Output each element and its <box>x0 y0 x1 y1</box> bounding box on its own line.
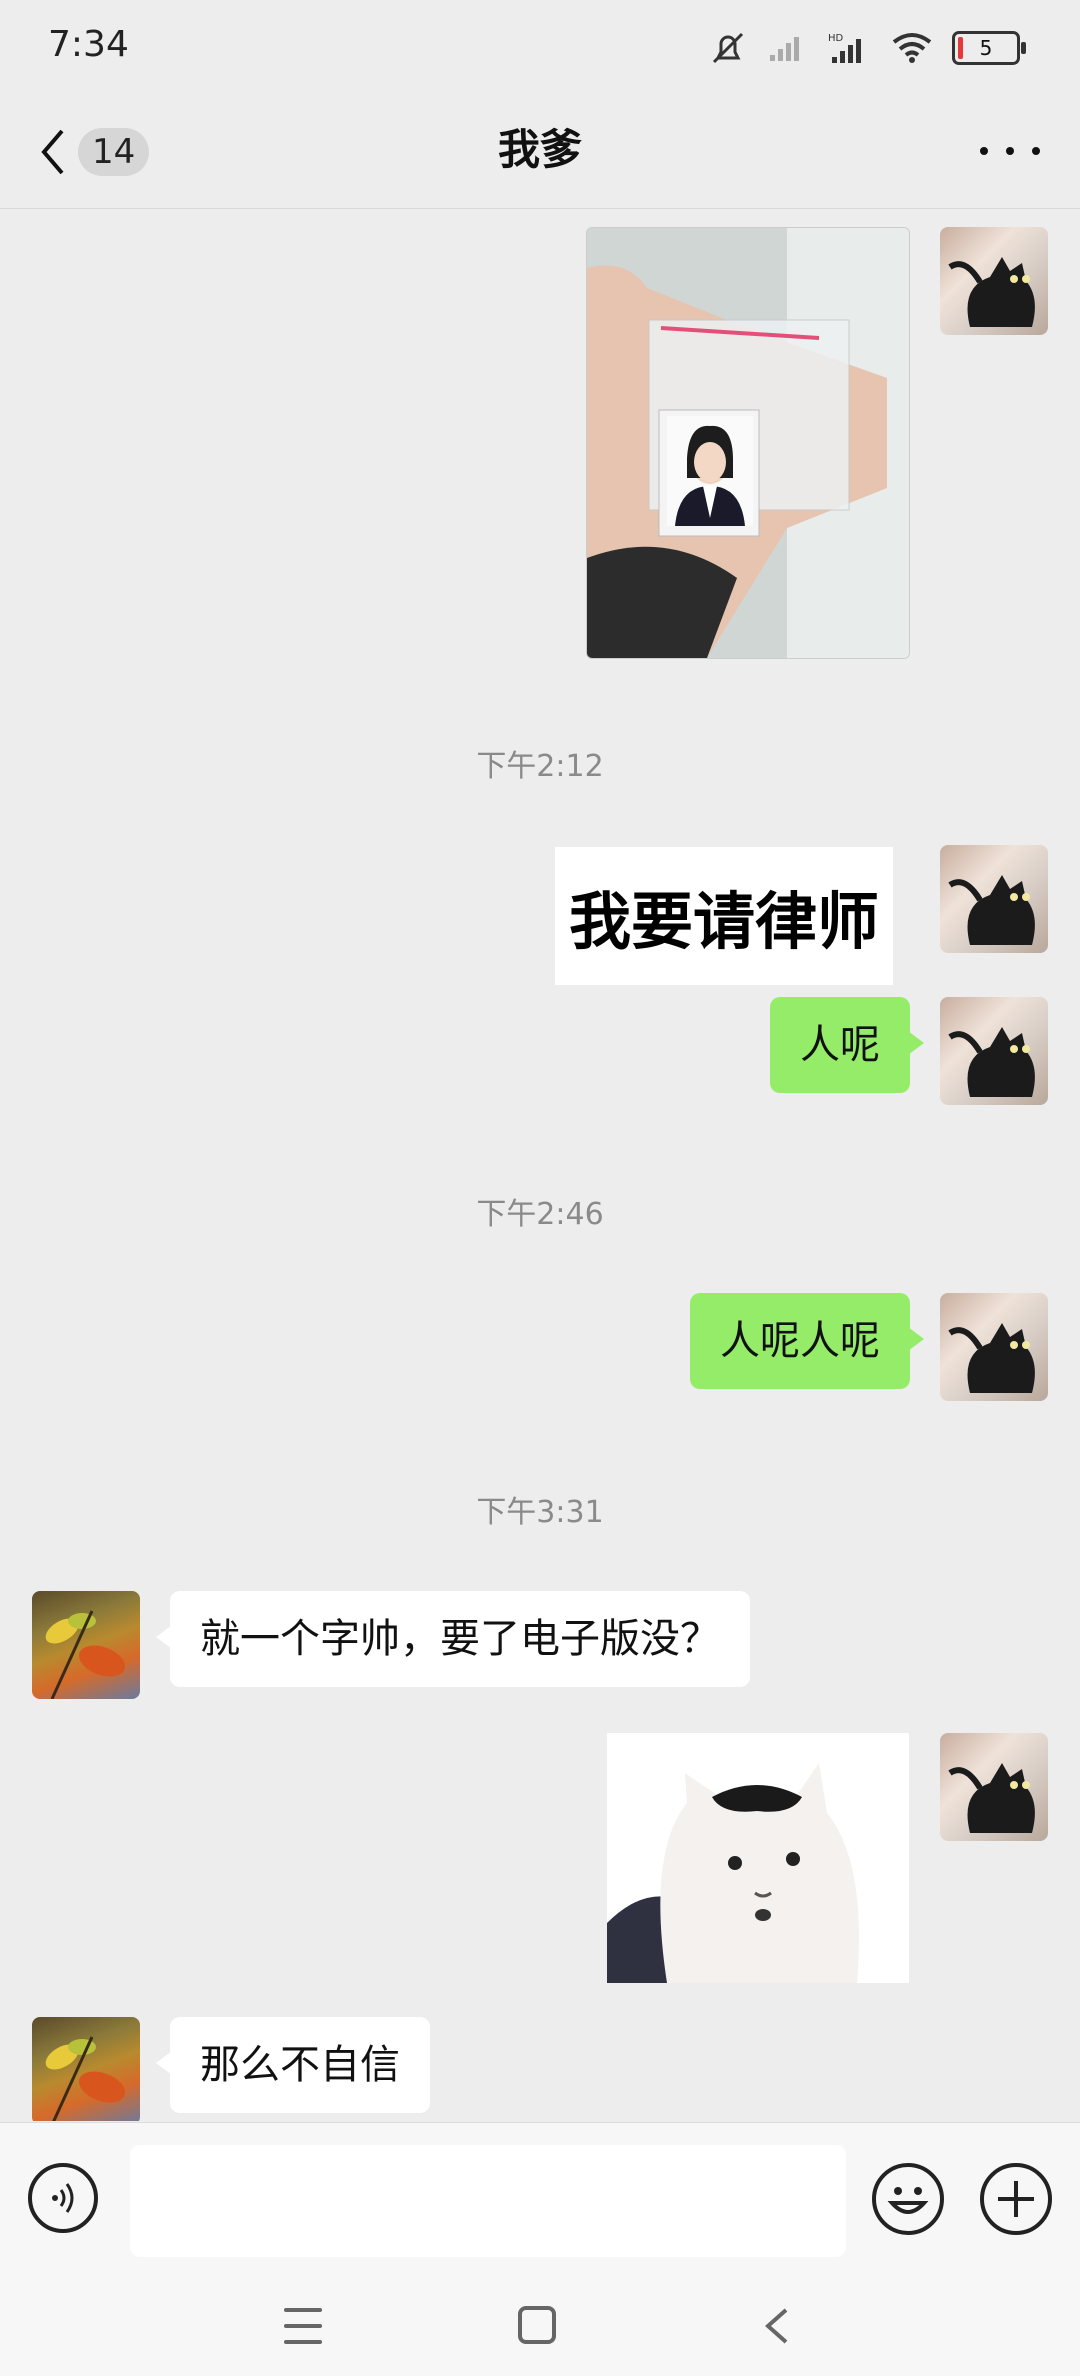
emoji-icon <box>887 2187 929 2214</box>
photo-image <box>587 228 909 658</box>
nav-back-button[interactable] <box>758 2306 796 2346</box>
plus-button[interactable] <box>980 2163 1052 2235</box>
received-message-bubble[interactable]: 就一个字帅，要了电子版没？ <box>156 1591 750 1687</box>
cat-avatar-image <box>948 875 1035 945</box>
signal-weak-icon <box>770 37 799 61</box>
message-input[interactable] <box>130 2145 846 2257</box>
received-message-bubble[interactable]: 那么不自信 <box>156 2017 430 2113</box>
more-dots-icon <box>980 147 988 155</box>
cat-avatar-image <box>948 257 1035 327</box>
nav-home-button[interactable] <box>518 2306 556 2344</box>
sticker-message[interactable] <box>607 1733 909 1983</box>
my-avatar[interactable] <box>940 1733 1048 1841</box>
emoji-button[interactable] <box>872 2163 944 2235</box>
battery-level: 5 <box>979 36 993 60</box>
contact-avatar[interactable] <box>32 2017 140 2121</box>
chat-list[interactable]: 下午2:12 我要请律师 人呢 下午2:46 人呢人呢 下午3:31 就一个字帅… <box>0 209 1080 2121</box>
photo-message[interactable] <box>586 227 910 659</box>
wifi-icon <box>892 33 932 63</box>
cat-avatar-image <box>948 1027 1035 1097</box>
chat-title: 我爹 <box>497 125 582 174</box>
mute-icon <box>712 32 744 64</box>
sticker-text-message[interactable]: 我要请律师 <box>555 847 894 985</box>
chat-header: 14 我爹 <box>0 96 1080 209</box>
contact-avatar[interactable] <box>32 1591 140 1699</box>
sent-message-bubble[interactable]: 人呢人呢 <box>690 1293 924 1389</box>
timestamp: 下午2:46 <box>476 1197 604 1232</box>
battery-icon: 5 <box>952 31 1026 65</box>
cat-avatar-image <box>948 1763 1035 1833</box>
status-icons: HD 5 <box>708 30 1026 66</box>
svg-text:HD: HD <box>828 33 844 44</box>
status-bar: 7:34 HD 5 <box>0 0 1080 96</box>
nav-menu-button[interactable] <box>284 2308 322 2344</box>
leaf-avatar-image <box>45 1610 126 1699</box>
voice-button[interactable] <box>28 2163 98 2233</box>
input-bar <box>0 2122 1080 2277</box>
signal-hd-icon: HD <box>828 33 861 63</box>
sent-message-bubble[interactable]: 人呢 <box>770 997 924 1093</box>
plus-icon <box>998 2181 1034 2217</box>
more-button[interactable] <box>980 126 1040 176</box>
menu-icon <box>284 2308 322 2312</box>
cat-avatar-image <box>948 1323 1035 1393</box>
my-avatar[interactable] <box>940 997 1048 1105</box>
my-avatar[interactable] <box>940 227 1048 335</box>
status-time: 7:34 <box>48 24 129 65</box>
timestamp: 下午3:31 <box>476 1495 604 1530</box>
voice-icon <box>52 2183 74 2213</box>
timestamp: 下午2:12 <box>476 749 604 784</box>
cat-meme-image <box>607 1733 909 1983</box>
my-avatar[interactable] <box>940 1293 1048 1401</box>
system-nav-bar <box>0 2276 1080 2376</box>
leaf-avatar-image <box>45 2036 126 2121</box>
my-avatar[interactable] <box>940 845 1048 953</box>
